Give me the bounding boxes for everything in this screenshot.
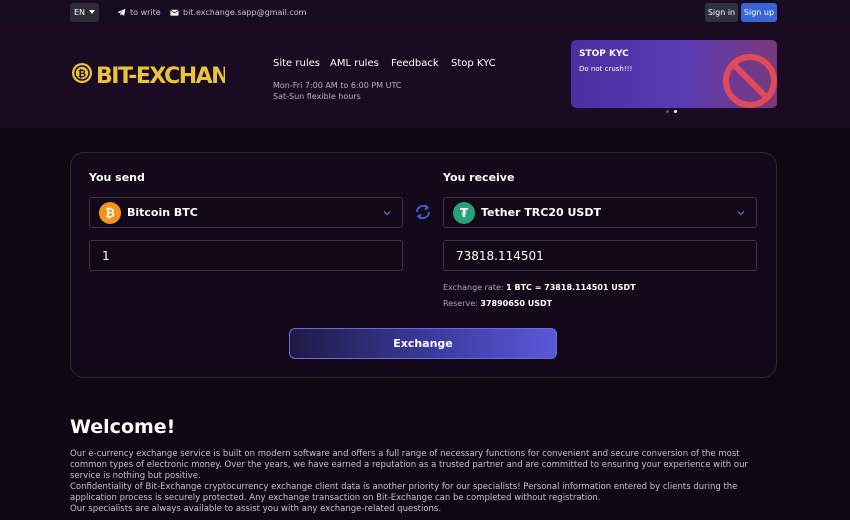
send-amount-input[interactable]: 1 (89, 240, 403, 271)
svg-text:₿: ₿ (78, 68, 86, 80)
chevron-down-icon (383, 211, 391, 216)
stop-sign-icon (723, 54, 777, 108)
nav-site-rules[interactable]: Site rules (273, 58, 320, 69)
exchange-rate: Exchange rate: 1 BTC = 73818.114501 USDT (443, 283, 636, 292)
carousel-dot[interactable] (666, 110, 669, 113)
email-address: bit.exchange.sapp@gmail.com (183, 8, 307, 17)
carousel-dots (666, 110, 677, 113)
logo[interactable]: ₿ BIT-EXCHANGE (70, 52, 225, 98)
signup-button[interactable]: Sign up (741, 3, 777, 22)
rate-label: Exchange rate: (443, 283, 504, 292)
welcome-line: Confidentiality of Bit-Exchange cryptocu… (70, 482, 738, 492)
exchange-button[interactable]: Exchange (289, 328, 557, 359)
email-link[interactable]: bit.exchange.sapp@gmail.com (170, 8, 306, 17)
welcome-line: service is nothing but positive. (70, 471, 201, 481)
swap-icon[interactable] (413, 202, 433, 222)
working-hours: Mon-Fri 7:00 AM to 6:00 PM UTC Sat-Sun f… (273, 80, 401, 102)
receive-amount-input[interactable]: 73818.114501 (443, 240, 757, 271)
telegram-icon (117, 8, 126, 16)
reserve: Reserve: 37890650 USDT (443, 299, 552, 308)
hours-weekend: Sat-Sun flexible hours (273, 92, 361, 101)
write-label: to write (130, 8, 161, 17)
hours-weekday: Mon-Fri 7:00 AM to 6:00 PM UTC (273, 81, 402, 90)
send-currency-select[interactable]: ₿ Bitcoin BTC (89, 197, 403, 228)
promo-banner[interactable]: STOP KYC Do not crush!!! (571, 40, 777, 108)
caret-down-icon (89, 10, 95, 14)
nav-feedback[interactable]: Feedback (391, 58, 439, 69)
send-currency-name: Bitcoin BTC (127, 206, 198, 219)
carousel-dot-active[interactable] (674, 110, 677, 113)
chevron-down-icon (737, 211, 745, 216)
welcome-line: application process is securely protecte… (70, 493, 601, 503)
language-value: EN (74, 8, 86, 17)
top-bar: EN to write bit.exchange.sapp@gmail.com … (0, 0, 850, 26)
welcome-text: Our e-currency exchange service is built… (70, 449, 770, 515)
language-select[interactable]: EN (70, 3, 99, 22)
telegram-link[interactable]: to write (117, 8, 161, 17)
logo-text: BIT-EXCHANGE (96, 64, 225, 89)
welcome-title: Welcome! (70, 416, 176, 438)
nav-stop-kyc[interactable]: Stop KYC (451, 58, 496, 69)
welcome-line: Our specialists are always available to … (70, 504, 442, 514)
nav-aml-rules[interactable]: AML rules (330, 58, 379, 69)
receive-label: You receive (443, 171, 515, 184)
bitcoin-icon: ₿ (99, 201, 121, 224)
welcome-line: Our e-currency exchange service is built… (70, 449, 740, 459)
signin-button[interactable]: Sign in (705, 3, 738, 22)
reserve-value: 37890650 USDT (480, 299, 553, 308)
tether-icon: ₮ (453, 201, 475, 224)
reserve-label: Reserve: (443, 299, 478, 308)
receive-currency-name: Tether TRC20 USDT (481, 206, 601, 219)
welcome-line: common types of electronic money. Over t… (70, 460, 748, 470)
receive-currency-select[interactable]: ₮ Tether TRC20 USDT (443, 197, 757, 228)
send-label: You send (89, 171, 145, 184)
rate-value: 1 BTC = 73818.114501 USDT (506, 283, 636, 292)
promo-text: Do not crush!!! (579, 65, 633, 73)
mail-icon (170, 9, 179, 16)
promo-title: STOP KYC (579, 49, 629, 59)
